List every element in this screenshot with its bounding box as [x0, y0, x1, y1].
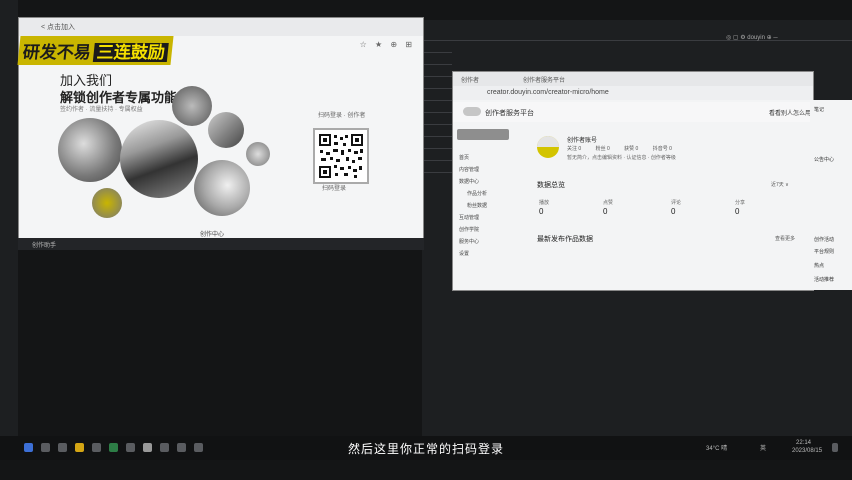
avatar[interactable]	[537, 136, 559, 158]
badge-main-text: 研发不易	[21, 43, 92, 62]
sidebar-item-service[interactable]: 服务中心	[459, 238, 479, 245]
stat-likes: 获赞 0	[624, 146, 639, 152]
right-panel-item[interactable]: 笔记	[814, 106, 824, 113]
right-browser-window: 创作者 创作者服务平台 creator.douyin.com/creator-m…	[452, 71, 814, 291]
right-panel-item[interactable]: 创作活动	[814, 236, 834, 243]
user-name: 创作者账号	[567, 138, 598, 144]
range-dropdown[interactable]: 近7天 ∨	[771, 181, 789, 188]
address-bar[interactable]: creator.douyin.com/creator-micro/home	[453, 86, 813, 100]
divider	[422, 160, 452, 161]
qr-caption: 扫码登录	[322, 186, 347, 192]
divider	[422, 52, 452, 53]
qr-code[interactable]	[313, 128, 369, 184]
section-data-title: 数据总览	[537, 182, 565, 189]
divider	[422, 100, 452, 101]
right-panel-item[interactable]: 热点	[814, 262, 824, 269]
publish-button[interactable]	[457, 129, 509, 140]
view-more-link[interactable]: 查看更多	[775, 235, 795, 242]
right-panel-item[interactable]: 活动推荐	[814, 276, 834, 283]
sidebar-item-data[interactable]: 数据中心	[459, 178, 479, 185]
feature-image-6	[194, 160, 250, 216]
divider	[422, 148, 452, 149]
feature-image-5	[246, 142, 270, 166]
section-recent-title: 最新发布作品数据	[537, 236, 593, 243]
sidebar-item-academy[interactable]: 创作学院	[459, 226, 479, 233]
promo-badge: 研发不易 三连鼓励	[17, 36, 174, 65]
divider	[422, 88, 452, 89]
divider	[422, 172, 452, 173]
sidebar-item-content[interactable]: 内容管理	[459, 166, 479, 173]
top-right-toolbar[interactable]: ◎ ▢ ⚙ douyin ⊕ ─	[726, 34, 778, 41]
right-tab-1[interactable]: 创作者	[461, 75, 479, 84]
left-status-text: 创作助手	[32, 243, 57, 249]
page-title: 创作者服务平台	[485, 110, 534, 117]
left-tab-title[interactable]: < 点击加入	[41, 22, 75, 32]
left-tab-bar: < 点击加入	[19, 18, 423, 36]
divider	[422, 112, 452, 113]
user-stats: 关注 0 粉丝 0 获赞 0 抖音号 0	[567, 145, 685, 152]
feature-image-7	[92, 188, 122, 218]
feature-image-1	[58, 118, 122, 182]
stat-value-play: 0	[539, 207, 544, 216]
divider	[422, 136, 452, 137]
stat-fans: 粉丝 0	[595, 146, 610, 152]
divider	[422, 76, 452, 77]
stat-value-share: 0	[735, 207, 740, 216]
qr-code-icon	[318, 133, 364, 179]
qr-label: 扫码登录 · 创作者	[318, 113, 366, 119]
left-status-bar: 创作助手	[18, 238, 424, 250]
right-panel-item[interactable]: 平台规则	[814, 248, 834, 255]
background-window-left	[0, 0, 18, 436]
stat-label-comment: 评论	[671, 200, 682, 206]
sidebar-item-works[interactable]: 作品分析	[467, 190, 487, 197]
right-tab-bar: 创作者 创作者服务平台	[453, 72, 813, 86]
divider	[422, 40, 852, 41]
join-description: 签约作者 · 流量扶持 · 专属权益	[60, 107, 143, 113]
video-caption: 然后这里你正常的扫码登录	[347, 442, 504, 456]
sidebar-item-home[interactable]: 首页	[459, 154, 469, 161]
sidebar-item-interact[interactable]: 互动管理	[459, 214, 479, 221]
right-panel-item[interactable]: 公告中心	[814, 156, 834, 163]
stat-label-like: 点赞	[603, 200, 614, 206]
stat-label-play: 播放	[539, 200, 550, 206]
divider	[422, 124, 452, 125]
badge-highlight-text: 三连鼓励	[92, 43, 169, 62]
platform-logo[interactable]	[463, 107, 481, 116]
stat-value-like: 0	[603, 207, 608, 216]
feature-image-4	[208, 112, 244, 148]
left-url-text: 创作中心	[200, 232, 225, 238]
divider	[422, 64, 452, 65]
user-description: 暂无简介，点击编辑资料 · 认证信息 · 创作者等级	[567, 155, 676, 161]
feature-image-2	[120, 120, 198, 198]
feature-image-3	[172, 86, 212, 126]
stat-id: 抖音号 0	[652, 146, 672, 152]
stat-following: 关注 0	[567, 146, 582, 152]
stat-label-share: 分享	[735, 200, 746, 206]
right-tab-2[interactable]: 创作者服务平台	[523, 75, 565, 84]
left-toolbar-icons[interactable]: ☆ ★ ⊕ ⊞	[360, 40, 415, 49]
sidebar-item-fans[interactable]: 粉丝数据	[467, 202, 487, 209]
header-help-button[interactable]: 看看别人怎么用	[769, 108, 811, 117]
sidebar-item-settings[interactable]: 设置	[459, 250, 469, 257]
address-url[interactable]: creator.douyin.com/creator-micro/home	[487, 89, 609, 96]
stat-value-comment: 0	[671, 207, 676, 216]
